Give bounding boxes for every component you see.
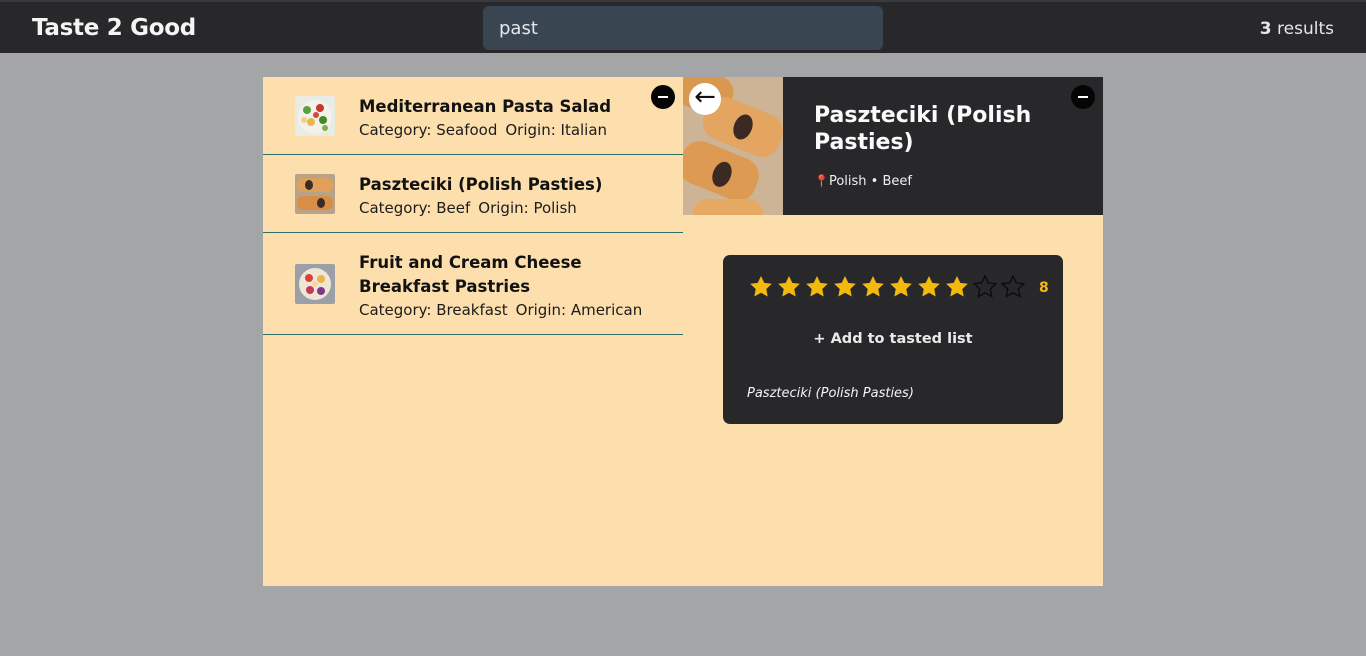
results-count: 3 results — [1260, 19, 1334, 39]
recipe-detail-header: ← Paszteciki (Polish Pasties) 📍Polish • … — [683, 77, 1103, 215]
star-rating[interactable] — [747, 274, 1027, 298]
recipe-list: Mediterranean Pasta Salad Category: Seaf… — [263, 77, 683, 335]
recipe-thumbnail — [295, 96, 335, 136]
top-bar: Taste 2 Good 3 results — [0, 0, 1366, 53]
recipe-thumbnail — [295, 174, 335, 214]
location-pin-icon: 📍 — [814, 174, 829, 188]
rating-card: 8 + Add to tasted list Paszteciki (Polis… — [723, 255, 1063, 424]
recipe-meta: Category: Breakfast Origin: American — [359, 299, 659, 321]
results-label: results — [1277, 19, 1334, 39]
recipe-category: Category: Breakfast — [359, 301, 508, 319]
recipe-meta: Category: Seafood Origin: Italian — [359, 119, 659, 141]
search-input[interactable] — [483, 6, 883, 50]
recipe-origin: Origin: Polish — [478, 199, 577, 217]
list-item[interactable]: Mediterranean Pasta Salad Category: Seaf… — [263, 77, 683, 155]
recipe-detail-meta: 📍Polish • Beef — [814, 174, 912, 189]
meta-separator: • — [870, 174, 879, 189]
recipe-thumbnail — [295, 264, 335, 304]
add-to-tasted-button[interactable]: + Add to tasted list — [723, 331, 1063, 347]
star-filled-icon[interactable] — [747, 274, 775, 298]
recipe-meta: Category: Beef Origin: Polish — [359, 197, 659, 219]
recipe-detail-category: Beef — [882, 174, 912, 189]
app-logo[interactable]: Taste 2 Good — [32, 15, 196, 41]
rating-value: 8 — [1039, 280, 1049, 296]
recipe-title: Paszteciki (Polish Pasties) — [359, 175, 603, 194]
star-empty-icon[interactable] — [999, 274, 1027, 298]
remove-button[interactable] — [651, 85, 675, 109]
recipe-origin: Origin: Italian — [505, 121, 608, 139]
close-detail-button[interactable] — [1071, 85, 1095, 109]
list-item[interactable]: Fruit and Cream Cheese Breakfast Pastrie… — [263, 233, 683, 335]
recipe-detail-origin: Polish — [828, 174, 867, 189]
recipe-category: Category: Beef — [359, 199, 471, 217]
star-filled-icon[interactable] — [859, 274, 887, 298]
star-filled-icon[interactable] — [887, 274, 915, 298]
star-filled-icon[interactable] — [831, 274, 859, 298]
recipe-title: Mediterranean Pasta Salad — [359, 97, 612, 116]
star-filled-icon[interactable] — [915, 274, 943, 298]
back-button[interactable]: ← — [689, 83, 721, 115]
main-panel: Mediterranean Pasta Salad Category: Seaf… — [263, 77, 1103, 586]
recipe-detail-title: Paszteciki (Polish Pasties) — [814, 103, 1032, 155]
list-item[interactable]: Paszteciki (Polish Pasties) Category: Be… — [263, 155, 683, 233]
arrow-left-icon: ← — [694, 82, 716, 112]
recipe-category: Category: Seafood — [359, 121, 498, 139]
rating-card-recipe-name: Paszteciki (Polish Pasties) — [747, 386, 914, 401]
recipe-title: Fruit and Cream Cheese Breakfast Pastrie… — [359, 253, 582, 296]
star-filled-icon[interactable] — [943, 274, 971, 298]
star-filled-icon[interactable] — [775, 274, 803, 298]
star-filled-icon[interactable] — [803, 274, 831, 298]
recipe-origin: Origin: American — [515, 301, 643, 319]
star-empty-icon[interactable] — [971, 274, 999, 298]
results-number: 3 — [1259, 19, 1272, 39]
